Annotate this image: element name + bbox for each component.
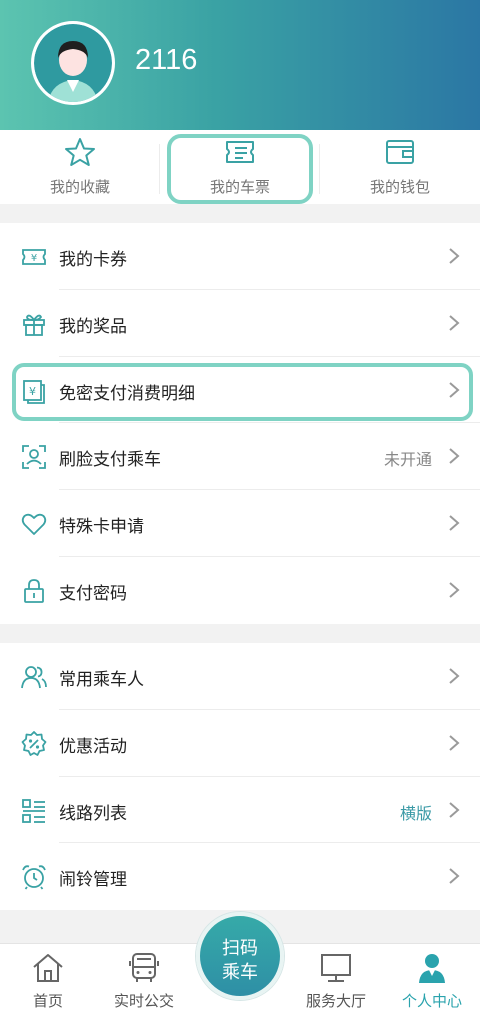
menu-item-special-card[interactable]: 特殊卡申请 <box>0 490 480 557</box>
favorites-label: 我的收藏 <box>49 178 110 196</box>
tab-home[interactable]: 首页 <box>0 944 96 1015</box>
scan-label-line2: 乘车 <box>222 962 258 983</box>
menu-item-label: 我的卡券 <box>59 250 127 270</box>
menu-item-payment-password[interactable]: 支付密码 <box>0 557 480 624</box>
tab-realtime-bus[interactable]: 实时公交 <box>96 944 192 1015</box>
favorites-button[interactable]: 我的收藏 <box>0 130 160 204</box>
menu-item-label: 线路列表 <box>59 803 127 824</box>
chevron-right-icon <box>449 868 460 885</box>
highlight-frame <box>167 134 313 204</box>
highlight-frame <box>12 363 473 421</box>
tab-label: 个人中心 <box>401 992 462 1010</box>
chevron-right-icon <box>449 735 460 751</box>
menu-item-label: 支付密码 <box>59 583 127 604</box>
scan-label-line1: 扫码 <box>222 938 258 959</box>
person-icon <box>419 954 445 983</box>
menu-group-travel: 常用乘车人 优惠活动 线路列表 横版 闹铃管理 <box>0 643 480 911</box>
menu-item-route-list[interactable]: 线路列表 横版 <box>0 777 480 844</box>
avatar-image <box>34 24 112 102</box>
tab-label: 首页 <box>32 992 63 1010</box>
menu-item-passengers[interactable]: 常用乘车人 <box>0 643 480 710</box>
menu-item-label: 刷脸支付乘车 <box>59 450 161 471</box>
wallet-button[interactable]: 我的钱包 <box>320 130 480 204</box>
wallet-label: 我的钱包 <box>369 178 430 196</box>
menu-item-face-payment[interactable]: 刷脸支付乘车 未开通 <box>0 423 480 491</box>
chevron-right-icon <box>449 582 460 598</box>
menu-item-alarm[interactable]: 闹铃管理 <box>0 843 480 910</box>
users-icon <box>21 666 47 689</box>
username: 2116 <box>135 44 198 76</box>
menu-item-prizes[interactable]: 我的奖品 <box>0 290 480 357</box>
chevron-right-icon <box>449 315 460 331</box>
chevron-right-icon <box>449 248 460 264</box>
face-payment-status: 未开通 <box>383 450 432 470</box>
face-scan-icon <box>22 445 46 470</box>
chevron-right-icon <box>449 515 460 531</box>
discount-icon <box>21 730 47 756</box>
lock-icon <box>24 579 44 603</box>
coupon-icon: ¥ <box>22 249 46 265</box>
bus-icon <box>129 953 159 982</box>
menu-item-label: 我的奖品 <box>59 316 127 337</box>
tab-label: 服务大厅 <box>305 992 366 1010</box>
monitor-icon <box>321 954 351 982</box>
scan-to-ride-button[interactable]: 扫码 乘车 <box>196 912 284 1000</box>
avatar[interactable] <box>31 21 115 105</box>
menu-item-label: 特殊卡申请 <box>59 517 144 538</box>
alarm-clock-icon <box>22 865 46 890</box>
menu-item-label: 闹铃管理 <box>59 870 127 891</box>
chevron-right-icon <box>449 448 460 465</box>
star-icon <box>65 138 95 166</box>
menu-item-coupons[interactable]: ¥ 我的卡券 <box>0 223 480 290</box>
home-icon <box>33 954 63 982</box>
chevron-right-icon <box>449 801 460 818</box>
menu-item-label: 优惠活动 <box>59 736 127 757</box>
tab-service-hall[interactable]: 服务大厅 <box>288 944 384 1015</box>
svg-text:¥: ¥ <box>31 253 37 264</box>
tab-personal-center[interactable]: 个人中心 <box>384 944 480 1015</box>
heart-icon <box>21 513 47 536</box>
menu-item-promotions[interactable]: 优惠活动 <box>0 710 480 777</box>
menu-group-account: ¥ 我的卡券 我的奖品 ¥ 免密支付消费明细 刷脸支付乘车 未开通 特殊卡申请 … <box>0 223 480 624</box>
gift-icon <box>23 314 45 336</box>
tab-label: 实时公交 <box>113 992 174 1010</box>
menu-item-label: 常用乘车人 <box>59 670 144 690</box>
profile-header: 2116 <box>0 0 480 130</box>
route-list-mode: 横版 <box>399 803 432 823</box>
chevron-right-icon <box>449 668 460 684</box>
wallet-icon <box>386 140 414 164</box>
list-icon <box>22 798 45 823</box>
